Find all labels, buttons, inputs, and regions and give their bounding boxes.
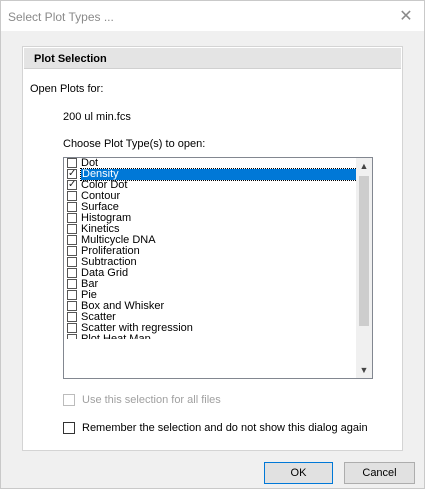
plot-type-checkbox[interactable]: [67, 323, 77, 333]
plot-types-listbox[interactable]: DotDensityColor DotContourSurfaceHistogr…: [63, 157, 373, 379]
plot-type-item[interactable]: Data Grid: [64, 268, 358, 279]
use-for-all-files-label: Use this selection for all files: [82, 394, 221, 406]
select-plot-types-dialog: Select Plot Types ... ✕ Plot Selection O…: [0, 0, 425, 489]
plot-type-checkbox[interactable]: [67, 235, 77, 245]
plot-type-checkbox[interactable]: [67, 312, 77, 322]
plot-type-checkbox[interactable]: [67, 213, 77, 223]
remember-selection-label[interactable]: Remember the selection and do not show t…: [82, 422, 368, 434]
plot-type-checkbox[interactable]: [67, 279, 77, 289]
vertical-scrollbar[interactable]: ▲ ▼: [356, 158, 372, 378]
plot-type-label: Scatter with regression: [81, 322, 193, 334]
cancel-button[interactable]: Cancel: [344, 462, 415, 484]
plot-type-checkbox[interactable]: [67, 301, 77, 311]
plot-type-checkbox[interactable]: [67, 158, 77, 168]
plot-type-checkbox[interactable]: [67, 268, 77, 278]
scroll-up-icon[interactable]: ▲: [356, 158, 372, 174]
ok-button[interactable]: OK: [264, 462, 333, 484]
plot-type-checkbox[interactable]: [67, 168, 77, 180]
plot-type-item[interactable]: Bar: [64, 279, 358, 290]
plot-type-item[interactable]: Plot Heat Map: [64, 334, 358, 339]
plot-type-checkbox[interactable]: [67, 191, 77, 201]
plot-type-checkbox[interactable]: [67, 246, 77, 256]
open-plots-label: Open Plots for:: [30, 83, 104, 95]
scroll-down-icon[interactable]: ▼: [356, 362, 372, 378]
remember-selection-checkbox[interactable]: [63, 422, 75, 434]
file-name: 200 ul min.fcs: [63, 111, 131, 123]
plot-type-checkbox[interactable]: [67, 290, 77, 300]
plot-type-checkbox[interactable]: [67, 224, 77, 234]
use-for-all-files-checkbox: [63, 394, 75, 406]
plot-type-item[interactable]: Scatter with regression: [64, 323, 358, 334]
panel-title: Plot Selection: [34, 53, 107, 65]
plot-types-list: DotDensityColor DotContourSurfaceHistogr…: [64, 158, 358, 339]
plot-type-checkbox[interactable]: [67, 257, 77, 267]
plot-type-checkbox[interactable]: [67, 202, 77, 212]
plot-type-label: Plot Heat Map: [81, 334, 151, 339]
plot-type-checkbox[interactable]: [67, 334, 77, 339]
close-icon[interactable]: ✕: [396, 7, 416, 27]
plot-selection-panel: Plot Selection Open Plots for: 200 ul mi…: [22, 46, 403, 451]
scroll-thumb[interactable]: [359, 176, 369, 326]
dialog-title: Select Plot Types ...: [8, 10, 114, 24]
panel-header: Plot Selection: [24, 48, 401, 69]
choose-plot-types-label: Choose Plot Type(s) to open:: [63, 138, 206, 150]
title-bar: Select Plot Types ... ✕: [1, 1, 424, 31]
plot-type-checkbox[interactable]: [67, 179, 77, 191]
